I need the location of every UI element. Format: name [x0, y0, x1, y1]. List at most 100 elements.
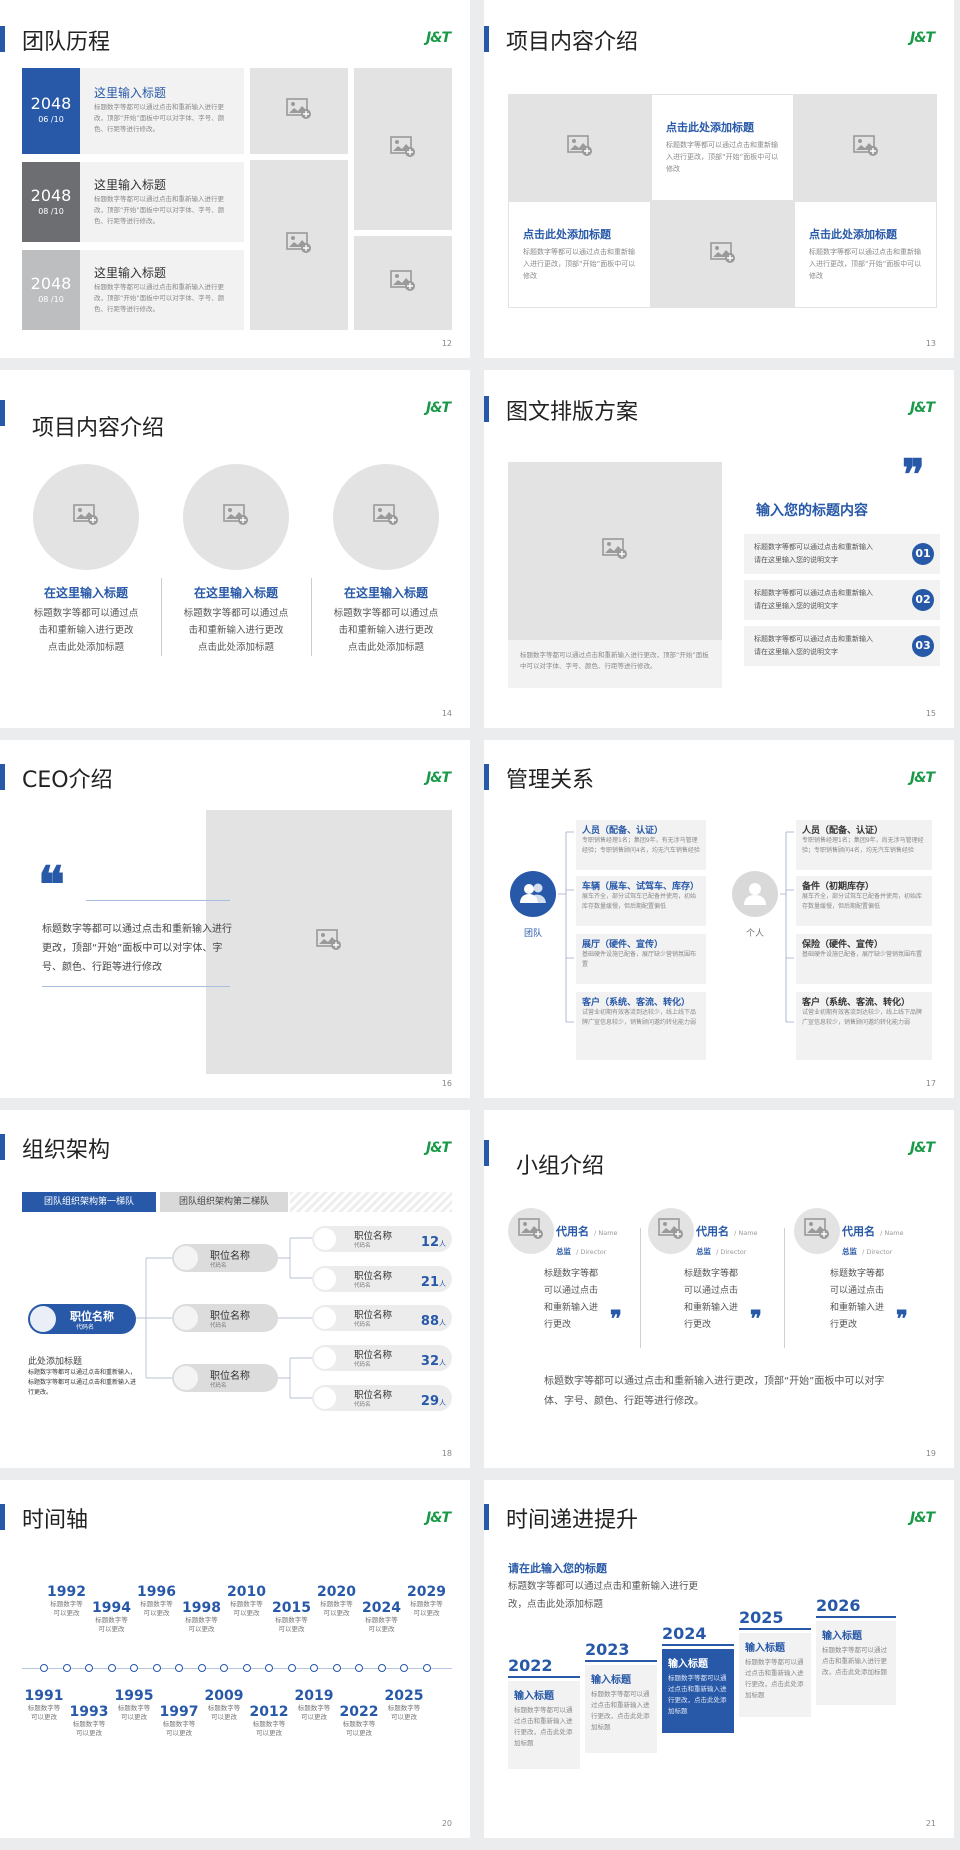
- slide-17[interactable]: 管理关系 J&T 团队 个人 人员（配备、认证） 专职销售经理1名；集团9年，有…: [484, 740, 954, 1098]
- member-role: 总监: [696, 1247, 711, 1256]
- section-body: 标题数字等都可以通过点击和重新输入进行更改，点击此处添加标题: [508, 1581, 699, 1610]
- page-number: 12: [441, 339, 452, 348]
- org-leaf-node[interactable]: 职位名称 代码名 29人: [312, 1385, 452, 1411]
- event-text: 可以更改: [278, 1625, 305, 1633]
- numbered-item: 标题数字等都可以通过点击和重新输入 请在这里输入您的说明文字 02: [744, 580, 940, 620]
- node-code: 代码名: [354, 1283, 371, 1289]
- column-line: 标题数字等都可以通过点: [333, 608, 439, 619]
- quote-icon: ❝: [38, 855, 65, 914]
- slide-title: 项目内容介绍: [32, 416, 165, 441]
- image-icon: [316, 929, 342, 955]
- slide-14[interactable]: 项目内容介绍 J&T 在这里输入标题 标题数字等都可以通过点 击和重新输入进行更…: [0, 370, 470, 728]
- image-circle[interactable]: [33, 464, 139, 570]
- member-avatar[interactable]: [648, 1208, 694, 1254]
- item-line: 请在这里输入您的说明文字: [754, 602, 838, 610]
- column-line: 点击此处添加标题: [197, 642, 274, 653]
- slide-13[interactable]: 项目内容介绍 J&T 点击此处添加标题 标题数字等都可以通过点击和重新输入进行更…: [484, 0, 954, 358]
- org-mid-node[interactable]: 职位名称 代码名: [172, 1244, 278, 1272]
- image-placeholder[interactable]: [651, 201, 794, 308]
- avatar: [314, 1307, 336, 1329]
- org-root-node[interactable]: 职位名称 代码名: [28, 1304, 136, 1334]
- headcount: 32: [420, 1354, 439, 1369]
- image-placeholder[interactable]: [354, 236, 452, 330]
- member-role-en: / Director: [716, 1248, 747, 1256]
- logo-ampersand: &: [914, 400, 926, 416]
- event-text: 可以更改: [346, 1729, 372, 1737]
- event-year: 2019: [294, 1688, 334, 1704]
- quote-rule: [42, 986, 230, 987]
- image-icon: [804, 1218, 830, 1244]
- row-date: 08 /10: [38, 207, 64, 216]
- timeline-dot: [197, 1664, 206, 1672]
- item-number: 02: [912, 589, 934, 611]
- relation-card: 备件（初期库存） 展车齐全，部分试驾车已配备并使用，初始库存数量缓慢，但后期配置…: [796, 876, 932, 926]
- event-year: 2010: [227, 1584, 266, 1600]
- image-placeholder[interactable]: [250, 160, 348, 330]
- member-avatar[interactable]: [794, 1208, 840, 1254]
- node-code: 代码名: [354, 1243, 371, 1249]
- relation-card: 保险（硬件、宣传） 基础硬件设施已配备，展厅缺少营销氛围布置: [796, 934, 932, 984]
- org-mid-node[interactable]: 职位名称 代码名: [172, 1304, 278, 1332]
- avatar: [30, 1306, 56, 1332]
- slide-title: 项目内容介绍: [506, 30, 639, 55]
- event-text: 标题数字等: [410, 1600, 443, 1608]
- logo-ampersand: &: [914, 30, 926, 46]
- slide-21[interactable]: 时间递进提升 J&T 请在此输入您的标题 标题数字等都可以通过点击和重新输入进行…: [484, 1480, 954, 1838]
- numbered-item: 标题数字等都可以通过点击和重新输入 请在这里输入您的说明文字 01: [744, 534, 940, 574]
- image-placeholder[interactable]: [206, 810, 452, 1074]
- slide-16[interactable]: CEO介绍 J&T ❝ 标题数字等都可以通过点击和重新输入进行更改，顶部“开始”…: [0, 740, 470, 1098]
- image-placeholder[interactable]: [794, 94, 937, 201]
- page-number: 18: [441, 1449, 452, 1458]
- image-icon: [390, 136, 416, 162]
- row-year: 2048: [30, 94, 72, 113]
- column-line: 标题数字等都可以通过点: [33, 608, 139, 619]
- page-number: 21: [925, 1819, 936, 1828]
- timeline-dot: [332, 1664, 341, 1672]
- relation-card: 人员（配备、认证） 专职销售经理1名；集团9年，尚无涉马管理经验；专职销售顾问4…: [796, 820, 932, 870]
- event-text: 可以更改: [368, 1625, 395, 1633]
- org-leaf-node[interactable]: 职位名称 代码名 32人: [312, 1345, 452, 1371]
- image-icon: [658, 1218, 684, 1244]
- node-name: 职位名称: [354, 1310, 393, 1321]
- slide-15[interactable]: 图文排版方案 J&T 标题数字等都可以通过点击和重新输入进行更改，顶部“开始”面…: [484, 370, 954, 728]
- row-heading: 这里输入标题: [94, 266, 167, 280]
- org-leaf-node[interactable]: 职位名称 代码名 88人: [312, 1305, 452, 1331]
- page-number: 17: [925, 1079, 936, 1088]
- image-placeholder[interactable]: [508, 94, 651, 201]
- footer-text: 标题数字等都可以通过点击和重新输入进行更改，顶部“开始”面板中可以对字体、字号、…: [544, 1376, 885, 1407]
- member-avatar[interactable]: [508, 1208, 554, 1254]
- slide-title: 图文排版方案: [506, 400, 639, 425]
- image-icon: [602, 538, 628, 564]
- timeline-event: 2029 标题数字等 可以更改: [393, 1584, 461, 1618]
- node-name: 职位名称: [354, 1390, 393, 1401]
- image-icon: [73, 504, 99, 530]
- event-year: 1991: [24, 1688, 64, 1704]
- org-leaf-node[interactable]: 职位名称 代码名 21人: [312, 1266, 452, 1292]
- relation-card: 客户（系统、客流、转化） 试营业初期有效客流到达较少，线上线下品牌广宣信息较少，…: [796, 992, 932, 1060]
- page-number: 20: [441, 1819, 452, 1828]
- headcount: 88: [420, 1314, 439, 1329]
- slide-12[interactable]: 团队历程 J&T 2048 06 /10 这里输入标题 标题数字等都可以通过点击…: [0, 0, 470, 358]
- timeline-dot: [242, 1664, 251, 1672]
- timeline-row-3: 2048 08 /10 这里输入标题 标题数字等都可以通过点击和重新输入进行更改…: [22, 250, 244, 330]
- image-placeholder[interactable]: [354, 68, 452, 230]
- image-placeholder[interactable]: [250, 68, 348, 154]
- timeline-row-2: 2048 08 /10 这里输入标题 标题数字等都可以通过点击和重新输入进行更改…: [22, 162, 244, 242]
- member-role-en: / Director: [862, 1248, 893, 1256]
- relation-card: 客户（系统、客流、转化） 试营业初期有效客流到达较少，线上线下品牌广宣信息较少，…: [576, 992, 706, 1060]
- org-leaf-node[interactable]: 职位名称 代码名 12人: [312, 1226, 452, 1252]
- image-placeholder[interactable]: [508, 462, 722, 640]
- quote-icon: ❞: [610, 1306, 622, 1332]
- org-mid-node[interactable]: 职位名称 代码名: [172, 1364, 278, 1392]
- slide-19[interactable]: 小组介绍 J&T 代用名 / Name 总监 / Director 标题数字等都…: [484, 1110, 954, 1468]
- card-heading: 人员（配备、认证）: [582, 826, 664, 836]
- logo-letter: T: [925, 1140, 935, 1156]
- slide-18[interactable]: 组织架构 J&T 团队组织架构第一梯队 团队组织架构第二梯队 职位名称 代码名 …: [0, 1110, 470, 1468]
- row-year: 2048: [30, 186, 72, 205]
- avatar: [174, 1246, 198, 1270]
- slide-20[interactable]: 时间轴 J&T 1992 标题数字等 可以更改 1994 标题数字等 可以更改 1996 标题…: [0, 1480, 470, 1838]
- image-circle[interactable]: [183, 464, 289, 570]
- image-circle[interactable]: [333, 464, 439, 570]
- logo-letter: T: [925, 30, 935, 46]
- column-line: 点击此处添加标题: [47, 642, 124, 653]
